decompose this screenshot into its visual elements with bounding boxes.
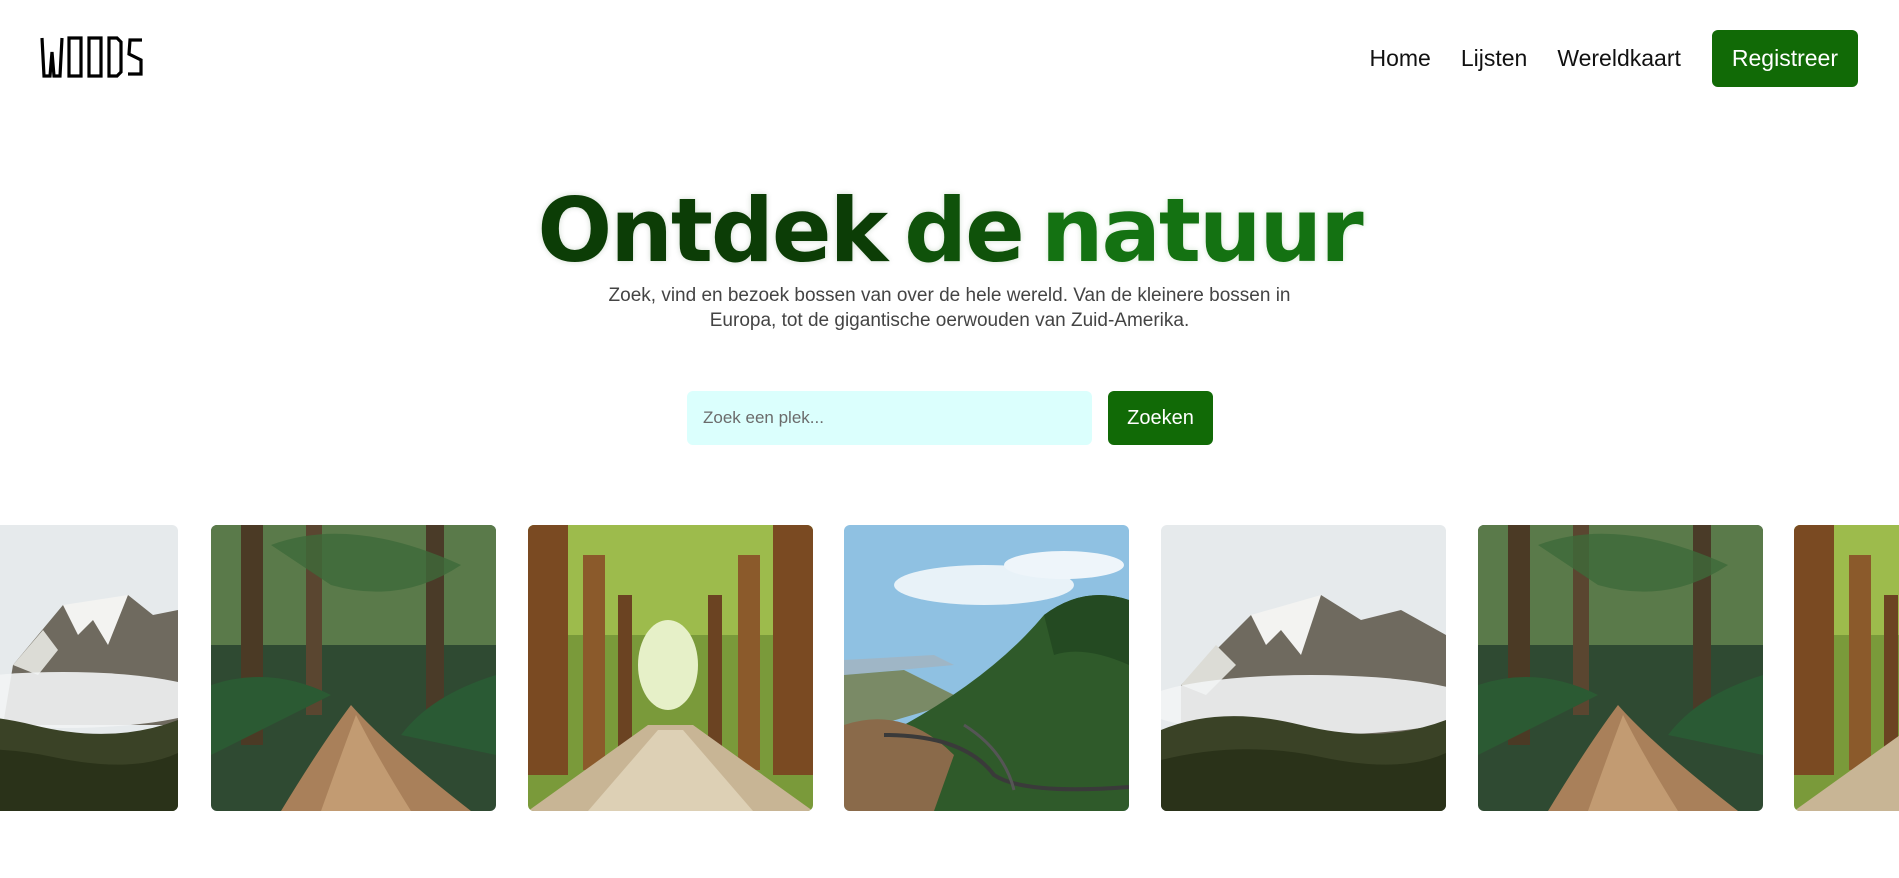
search-bar: Zoeken xyxy=(687,391,1213,445)
photo-tile-valley-road[interactable] xyxy=(844,525,1129,811)
jungle-path-photo xyxy=(211,525,496,811)
hero-title-word: Ontdek xyxy=(537,179,888,282)
nav-link-wereldkaart[interactable]: Wereldkaart xyxy=(1557,45,1681,72)
hero-title-word: de xyxy=(904,179,1025,282)
photo-tile-misty-mountain[interactable] xyxy=(0,525,178,811)
woods-logo-icon xyxy=(40,36,143,78)
nav-link-home[interactable]: Home xyxy=(1369,45,1430,72)
photo-tile-jungle-path[interactable] xyxy=(1478,525,1763,811)
nav-link-lijsten[interactable]: Lijsten xyxy=(1461,45,1527,72)
hero-subtitle: Zoek, vind en bezoek bossen van over de … xyxy=(0,283,1899,333)
misty-mountain-photo xyxy=(0,525,178,811)
hero-title-word: natuur xyxy=(1040,179,1364,282)
valley-road-photo xyxy=(844,525,1129,811)
photo-tile-misty-mountain[interactable] xyxy=(1161,525,1446,811)
logo[interactable] xyxy=(40,36,158,80)
jungle-path-photo xyxy=(1478,525,1763,811)
forest-avenue-photo xyxy=(1794,525,1899,811)
forest-avenue-photo xyxy=(528,525,813,811)
search-button[interactable]: Zoeken xyxy=(1108,391,1213,445)
photo-carousel xyxy=(0,525,1899,811)
photo-tile-forest-avenue[interactable] xyxy=(528,525,813,811)
photo-tile-forest-avenue[interactable] xyxy=(1794,525,1899,811)
misty-mountain-photo xyxy=(1161,525,1446,811)
search-input[interactable] xyxy=(687,391,1092,445)
hero-subtitle-line: Europa, tot de gigantische oerwouden van… xyxy=(709,310,1190,331)
photo-tile-jungle-path[interactable] xyxy=(211,525,496,811)
main-nav: Home Lijsten Wereldkaart Registreer xyxy=(1369,30,1858,87)
hero-subtitle-line: Zoek, vind en bezoek bossen van over de … xyxy=(608,285,1291,306)
hero-title: Ontdek de natuur xyxy=(0,176,1899,286)
register-button[interactable]: Registreer xyxy=(1711,30,1858,87)
